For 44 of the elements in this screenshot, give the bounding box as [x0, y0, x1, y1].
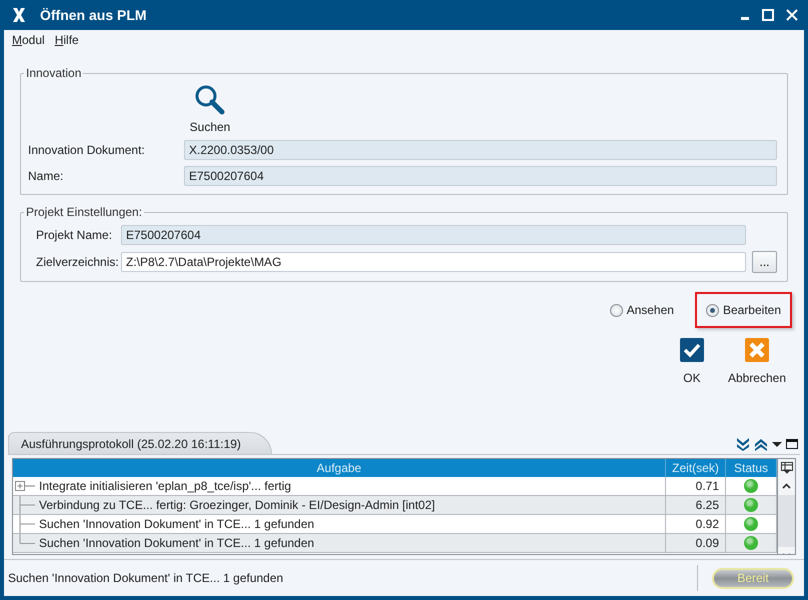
cancel-x-icon	[744, 338, 769, 362]
search-icon	[194, 84, 226, 116]
ok-button[interactable]: OK	[670, 338, 714, 385]
field-label: Projekt Name:	[36, 228, 114, 242]
task-text: Suchen 'Innovation Dokument' in TCE... 1 gefunden	[39, 535, 314, 552]
radio-label[interactable]: Bearbeiten	[722, 303, 781, 317]
text-field[interactable]: E7500207604	[121, 225, 746, 245]
collapse-all-icon[interactable]	[736, 437, 750, 451]
dropdown-arrow-icon[interactable]	[772, 439, 782, 449]
app-logo-icon	[12, 7, 26, 23]
cancel-button[interactable]: Abbrechen	[728, 338, 786, 385]
scroll-up-icon[interactable]	[782, 483, 791, 489]
radio-label[interactable]: Ansehen	[626, 303, 674, 317]
table-cell: 6.25	[666, 496, 726, 515]
radio-button[interactable]	[610, 304, 623, 316]
expand-icon[interactable]	[15, 480, 35, 492]
task-text: Integrate initialisieren 'eplan_p8_tce/isp'... fertig	[39, 478, 292, 495]
group-title: Innovation	[25, 66, 82, 80]
task-text: Suchen 'Innovation Dokument' in TCE... 1 gefunden	[39, 516, 314, 533]
checkmark-icon	[680, 338, 704, 362]
window-title: Öffnen aus PLM	[40, 7, 148, 23]
expand-all-icon[interactable]	[754, 437, 768, 451]
text-field[interactable]: X.2200.0353/00	[184, 140, 777, 160]
status-message: Suchen 'Innovation Dokument' in TCE... 1 gefunden	[8, 571, 284, 585]
table-cell: 0.09	[666, 534, 726, 553]
maximize-icon[interactable]	[762, 9, 774, 21]
radio-button[interactable]	[706, 304, 719, 316]
menu-item[interactable]: Modul	[12, 33, 45, 49]
task-text: Verbindung zu TCE... fertig: Groezinger, Dominik - EI/Design-Admin [int02]	[39, 497, 435, 514]
field-label: Zielverzeichnis:	[36, 255, 120, 269]
field-label: Innovation Dokument:	[28, 143, 146, 157]
group-title: Projekt Einstellungen:	[25, 205, 144, 219]
maximize-panel-icon[interactable]	[786, 439, 798, 449]
browse-button[interactable]: ...	[752, 251, 777, 273]
status-indicator: Bereit	[712, 568, 794, 588]
close-icon[interactable]	[786, 9, 798, 21]
field-label: Name:	[28, 169, 64, 183]
log-tab[interactable]: Ausführungsprotokoll (25.02.20 16:11:19)	[8, 432, 272, 454]
search-button[interactable]: Suchen	[180, 84, 240, 134]
menu-item[interactable]: Hilfe	[54, 33, 79, 49]
column-chooser-icon[interactable]	[780, 462, 792, 474]
scrollbar[interactable]	[777, 477, 795, 554]
text-field[interactable]: Z:\P8\2.7\Data\Projekte\MAG	[121, 252, 746, 272]
text-field[interactable]: E7500207604	[184, 166, 777, 186]
